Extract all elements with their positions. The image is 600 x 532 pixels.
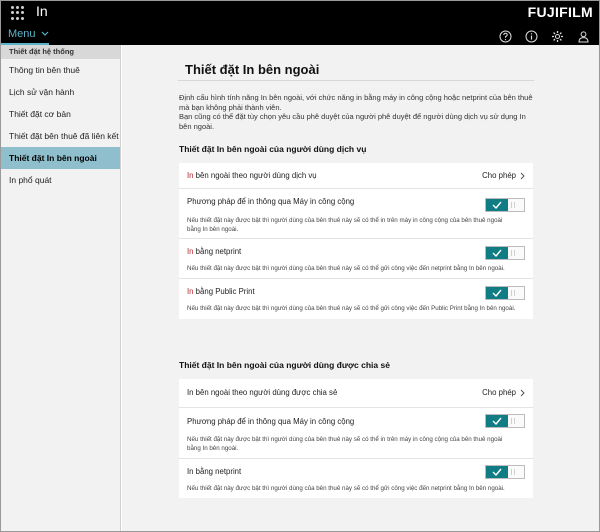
setting-label: In bên ngoài theo người dùng dịch vụ: [187, 171, 317, 180]
description-text: Định cấu hình tính năng In bên ngoài, vớ…: [179, 93, 533, 131]
title-divider: [178, 80, 534, 81]
main-content: Thiết đặt In bên ngoài Định cấu hình tín…: [122, 45, 599, 531]
setting-row-public-printer-method: Phương pháp để in thông qua Máy in công …: [179, 189, 533, 239]
check-icon: [492, 289, 502, 297]
setting-row-external-print-shared-users: In bên ngoài theo người dùng được chia s…: [179, 379, 533, 408]
sidebar-heading: Thiết đặt hệ thống: [1, 45, 120, 59]
sidebar: Thiết đặt hệ thống Thông tin bên thuê Lị…: [1, 45, 121, 531]
setting-row-netprint: In bằng netprint Nếu thiết đặt này được …: [179, 239, 533, 279]
app-window: In FUJIFILM Menu Thiết đặt hệ thống Thôn…: [0, 0, 600, 532]
help-icon[interactable]: [497, 28, 513, 44]
toggle-switch[interactable]: [485, 246, 525, 260]
toggle-on-knob: [486, 466, 508, 478]
sidebar-item-operation-history[interactable]: Lịch sử vận hành: [1, 81, 120, 103]
page-description: Định cấu hình tính năng In bên ngoài, vớ…: [179, 93, 535, 131]
toggle-switch[interactable]: [485, 414, 525, 428]
toggle-on-knob: [486, 247, 508, 259]
top-header: In FUJIFILM Menu: [1, 1, 599, 45]
settings-gear-icon[interactable]: [549, 28, 565, 44]
toggle-on-knob: [486, 199, 508, 211]
toggle-grip: [511, 418, 515, 424]
sidebar-item-linked-tenant-settings[interactable]: Thiết đặt bên thuê đã liên kết: [1, 125, 120, 147]
setting-row-external-print-service-users: In bên ngoài theo người dùng dịch vụ Cho…: [179, 163, 533, 189]
page-title: Thiết đặt In bên ngoài: [185, 62, 320, 77]
toggle-grip: [511, 290, 515, 296]
toggle-grip: [511, 202, 515, 208]
toggle-switch[interactable]: [485, 198, 525, 212]
setting-label: In bằng Public Print: [187, 287, 255, 296]
toggle-switch[interactable]: [485, 286, 525, 300]
setting-note: Nếu thiết đặt này được bật thì người dùn…: [187, 217, 503, 233]
setting-label: In bên ngoài theo người dùng được chia s…: [187, 388, 338, 397]
check-icon: [492, 201, 502, 209]
setting-label: In bằng netprint: [187, 247, 242, 256]
check-icon: [492, 249, 502, 257]
setting-note: Nếu thiết đặt này được bật thì người dùn…: [187, 305, 516, 312]
setting-label: In bằng netprint: [187, 467, 242, 476]
section-title-shared-users: Thiết đặt In bên ngoài của người dùng đư…: [179, 360, 390, 370]
toggle-grip: [511, 469, 515, 475]
app-title: In: [36, 3, 48, 19]
sidebar-item-tenant-info[interactable]: Thông tin bên thuê: [1, 59, 120, 81]
toggle-on-knob: [486, 415, 508, 427]
chevron-down-icon: [41, 31, 48, 36]
section-title-service-users: Thiết đặt In bên ngoài của người dùng dị…: [179, 144, 367, 154]
permission-value: Cho phép: [482, 171, 516, 180]
sidebar-item-external-print-settings[interactable]: Thiết đặt In bên ngoài: [1, 147, 120, 169]
permission-value: Cho phép: [482, 388, 516, 397]
header-icon-bar: [497, 28, 591, 44]
setting-label: Phương pháp để in thông qua Máy in công …: [187, 197, 355, 206]
settings-card-service-users: In bên ngoài theo người dùng dịch vụ Cho…: [179, 163, 533, 319]
permission-link[interactable]: Cho phép: [482, 171, 525, 180]
chevron-right-icon: [520, 389, 525, 396]
check-icon: [492, 417, 502, 425]
user-icon[interactable]: [575, 28, 591, 44]
permission-link[interactable]: Cho phép: [482, 388, 525, 397]
brand-logo: FUJIFILM: [527, 4, 593, 20]
setting-note: Nếu thiết đặt này được bật thì người dùn…: [187, 265, 505, 272]
check-icon: [492, 468, 502, 476]
setting-row-public-printer-method: Phương pháp để in thông qua Máy in công …: [179, 408, 533, 459]
chevron-right-icon: [520, 172, 525, 179]
toggle-on-knob: [486, 287, 508, 299]
setting-label: Phương pháp để in thông qua Máy in công …: [187, 417, 355, 426]
toggle-grip: [511, 250, 515, 256]
sidebar-item-basic-settings[interactable]: Thiết đặt cơ bản: [1, 103, 120, 125]
info-icon[interactable]: [523, 28, 539, 44]
settings-card-shared-users: In bên ngoài theo người dùng được chia s…: [179, 379, 533, 498]
setting-note: Nếu thiết đặt này được bật thì người dùn…: [187, 485, 505, 492]
setting-row-netprint: In bằng netprint Nếu thiết đặt này được …: [179, 459, 533, 498]
toggle-switch[interactable]: [485, 465, 525, 479]
apps-grid-icon[interactable]: [11, 6, 25, 20]
sidebar-item-universal-print[interactable]: In phổ quát: [1, 169, 120, 191]
menu-label: Menu: [8, 28, 36, 40]
setting-row-public-print: In bằng Public Print Nếu thiết đặt này đ…: [179, 279, 533, 319]
setting-note: Nếu thiết đặt này được bật thì người dùn…: [187, 436, 503, 452]
menu-button[interactable]: Menu: [8, 28, 49, 40]
